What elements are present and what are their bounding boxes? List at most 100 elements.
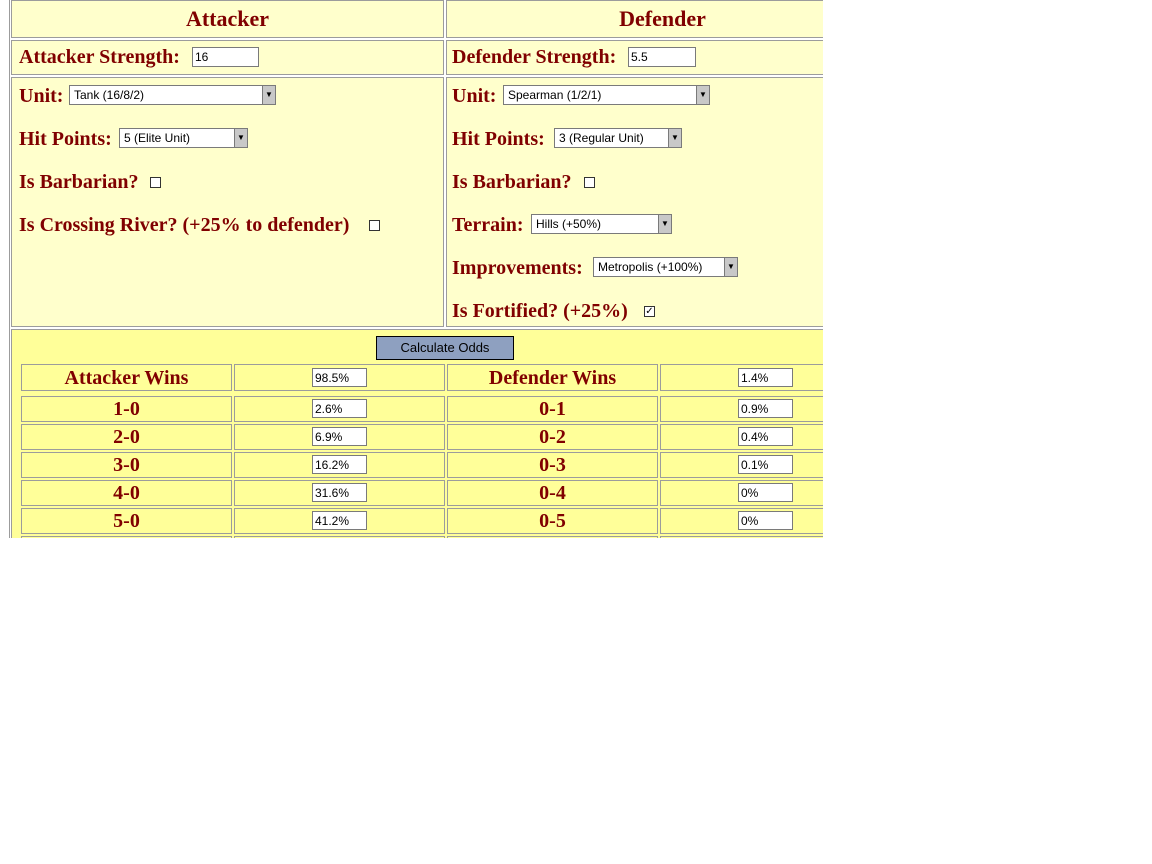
defender-terrain-label: Terrain:: [452, 214, 524, 236]
chevron-down-icon[interactable]: ▼: [262, 86, 275, 104]
defender-wins-value[interactable]: 1.4%: [738, 368, 793, 387]
defender-score: 0-2: [539, 426, 566, 448]
table-row: 16.2%: [234, 452, 445, 478]
defender-score: 0-4: [539, 482, 566, 504]
defender-strength-cell: Defender Strength: 5.5: [446, 40, 823, 75]
defender-header: Defender: [619, 6, 706, 31]
table-row: 3-0: [21, 452, 232, 478]
chevron-down-icon[interactable]: ▼: [696, 86, 709, 104]
defender-wins-label: Defender Wins: [488, 367, 617, 389]
attacker-score: 1-0: [113, 398, 140, 420]
attacker-wins-value-cell: 98.5%: [234, 364, 445, 391]
attacker-hp-label: Hit Points:: [19, 128, 112, 150]
attacker-score: 2-0: [113, 426, 140, 448]
table-border-left: [9, 0, 10, 538]
defender-hp-label: Hit Points:: [452, 128, 545, 150]
attacker-options-cell: Unit: Tank (16/8/2) ▼ Hit Points: 5 (Eli…: [11, 77, 444, 327]
table-row: 41.2%: [234, 508, 445, 534]
attacker-unit-label: Unit:: [19, 85, 64, 107]
defender-barbarian-label: Is Barbarian?: [452, 171, 572, 193]
chevron-down-icon[interactable]: ▼: [668, 129, 681, 147]
attacker-hp-select[interactable]: 5 (Elite Unit) ▼: [119, 128, 248, 148]
attacker-barbarian-label: Is Barbarian?: [19, 171, 139, 193]
chevron-down-icon[interactable]: ▼: [234, 129, 247, 147]
attacker-wins-label-cell: Attacker Wins: [21, 364, 232, 391]
defender-score: 0-5: [539, 510, 566, 532]
defender-barbarian-checkbox[interactable]: [584, 177, 595, 188]
calculate-odds-button[interactable]: Calculate Odds: [376, 336, 514, 360]
defender-improvements-select[interactable]: Metropolis (+100%) ▼: [593, 257, 738, 277]
table-row: 0.1%: [660, 452, 823, 478]
defender-wins-label-cell: Defender Wins: [447, 364, 658, 391]
defender-fortified-checkbox[interactable]: ✓: [644, 306, 655, 317]
table-row: 0.9%: [660, 396, 823, 422]
table-row: 0%: [660, 480, 823, 506]
defender-score-value[interactable]: 0.1%: [738, 455, 793, 474]
results-panel: Calculate Odds Attacker Wins 98.5% Defen…: [11, 329, 823, 538]
table-row: 0-4: [447, 480, 658, 506]
table-row: 0.4%: [660, 424, 823, 450]
attacker-river-label: Is Crossing River? (+25% to defender): [19, 214, 350, 236]
attacker-score-value[interactable]: 2.6%: [312, 399, 367, 418]
defender-hp-value: 3 (Regular Unit): [559, 131, 644, 145]
attacker-strength-label: Attacker Strength:: [19, 46, 180, 68]
defender-wins-value-cell: 1.4%: [660, 364, 823, 391]
attacker-score-value[interactable]: 41.2%: [312, 511, 367, 530]
defender-strength-input[interactable]: 5.5: [628, 47, 696, 67]
defender-strength-label: Defender Strength:: [452, 46, 617, 68]
attacker-strength-input[interactable]: 16: [192, 47, 259, 67]
attacker-score: 4-0: [113, 482, 140, 504]
chevron-down-icon[interactable]: ▼: [724, 258, 737, 276]
defender-options-cell: Unit: Spearman (1/2/1) ▼ Hit Points: 3 (…: [446, 77, 823, 327]
table-row: 2.6%: [234, 396, 445, 422]
table-row: 2-0: [21, 424, 232, 450]
table-row: 0%: [660, 508, 823, 534]
attacker-unit-value: Tank (16/8/2): [74, 88, 145, 102]
table-row: 0-3: [447, 452, 658, 478]
chevron-down-icon[interactable]: ▼: [658, 215, 671, 233]
table-row: 5-0: [21, 508, 232, 534]
attacker-unit-select[interactable]: Tank (16/8/2) ▼: [69, 85, 276, 105]
defender-improvements-label: Improvements:: [452, 257, 583, 279]
defender-unit-select[interactable]: Spearman (1/2/1) ▼: [503, 85, 710, 105]
defender-fortified-label: Is Fortified? (+25%): [452, 300, 628, 322]
table-row: [447, 536, 658, 538]
attacker-score: 5-0: [113, 510, 140, 532]
check-icon: ✓: [645, 306, 654, 317]
table-row: 0-5: [447, 508, 658, 534]
defender-score: 0-1: [539, 398, 566, 420]
table-row: [21, 536, 232, 538]
defender-unit-value: Spearman (1/2/1): [508, 88, 602, 102]
attacker-score-value[interactable]: 6.9%: [312, 427, 367, 446]
defender-header-cell: Defender: [446, 0, 823, 38]
defender-score-value[interactable]: 0%: [738, 483, 793, 502]
defender-score: 0-3: [539, 454, 566, 476]
table-row: 0-1: [447, 396, 658, 422]
attacker-header: Attacker: [185, 6, 270, 31]
defender-score-value[interactable]: 0%: [738, 511, 793, 530]
defender-terrain-select[interactable]: Hills (+50%) ▼: [531, 214, 672, 234]
attacker-strength-cell: Attacker Strength: 16: [11, 40, 444, 75]
attacker-hp-value: 5 (Elite Unit): [124, 131, 191, 145]
table-row: 0-2: [447, 424, 658, 450]
defender-improvements-value: Metropolis (+100%): [598, 260, 703, 274]
attacker-score-value[interactable]: 16.2%: [312, 455, 367, 474]
attacker-header-cell: Attacker: [11, 0, 444, 38]
table-row: 31.6%: [234, 480, 445, 506]
attacker-score: 3-0: [113, 454, 140, 476]
attacker-river-checkbox[interactable]: [369, 220, 380, 231]
attacker-score-value[interactable]: 31.6%: [312, 483, 367, 502]
table-row: [660, 536, 823, 538]
table-row: 6.9%: [234, 424, 445, 450]
defender-hp-select[interactable]: 3 (Regular Unit) ▼: [554, 128, 682, 148]
defender-terrain-value: Hills (+50%): [536, 217, 602, 231]
defender-score-value[interactable]: 0.4%: [738, 427, 793, 446]
table-row: 1-0: [21, 396, 232, 422]
calculator-viewport: Attacker Defender Attacker Strength: 16 …: [0, 0, 823, 538]
attacker-barbarian-checkbox[interactable]: [150, 177, 161, 188]
table-row: [234, 536, 445, 538]
attacker-wins-value[interactable]: 98.5%: [312, 368, 367, 387]
attacker-wins-label: Attacker Wins: [64, 367, 189, 389]
defender-unit-label: Unit:: [452, 85, 497, 107]
defender-score-value[interactable]: 0.9%: [738, 399, 793, 418]
